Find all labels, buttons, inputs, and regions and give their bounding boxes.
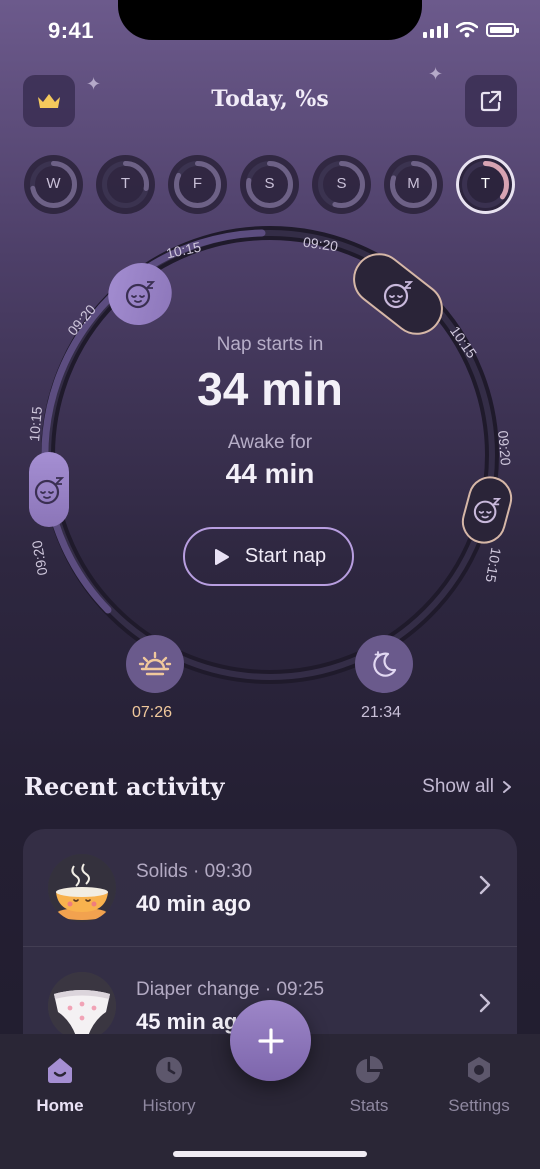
tab-stats[interactable]: Stats: [319, 1050, 419, 1116]
sunrise-icon: [138, 651, 172, 676]
clock-icon: [156, 1057, 182, 1083]
moon-icon: [373, 651, 397, 677]
show-all-label: Show all: [422, 776, 494, 797]
bedtime-button[interactable]: [355, 635, 413, 693]
chevron-right-icon: [503, 781, 511, 793]
show-all-link[interactable]: Show all: [422, 776, 512, 798]
awake-value: 44 min: [225, 458, 315, 489]
tab-history[interactable]: History: [119, 1050, 219, 1116]
home-indicator: [173, 1151, 367, 1157]
pie-chart-icon: [356, 1056, 383, 1083]
start-nap-label: Start nap: [244, 545, 327, 567]
activity-row[interactable]: Solids · 09:30 40 min ago: [23, 829, 517, 947]
tab-settings[interactable]: Settings: [429, 1050, 529, 1116]
sleeping-baby-icon: [383, 281, 414, 309]
recent-activity-title: Recent activity: [24, 772, 225, 801]
chevron-right-icon: [479, 875, 491, 895]
home-screen: 9:41 ✦ ✦ Today, %s WTFSSMT 10:15 09:20 1…: [0, 0, 540, 1169]
nap-starts-value: 34 min: [197, 363, 343, 415]
wake-time: 07:26: [132, 704, 173, 721]
activity-meta: Diaper change · 09:25: [136, 979, 325, 1000]
nap-starts-label: Nap starts in: [216, 334, 324, 355]
chevron-right-icon: [479, 993, 491, 1013]
wake-up-button[interactable]: [126, 635, 184, 693]
tab-label: History: [142, 1096, 196, 1115]
tab-label: Settings: [448, 1096, 510, 1115]
activity-time-ago: 40 min ago: [136, 891, 251, 916]
plus-icon: [257, 1027, 284, 1054]
play-icon: [214, 548, 229, 565]
tab-label: Stats: [349, 1096, 389, 1115]
bed-time: 21:34: [361, 704, 402, 721]
activity-meta: Solids · 09:30: [136, 861, 253, 882]
tab-label: Home: [36, 1096, 84, 1115]
sleeping-baby-icon: [473, 497, 502, 524]
home-icon: [48, 1058, 72, 1083]
bowl-icon: [48, 854, 116, 922]
diaper-icon: [48, 972, 116, 1040]
add-entry-button[interactable]: [230, 1000, 311, 1081]
awake-label: Awake for: [227, 432, 313, 453]
start-nap-button[interactable]: Start nap: [183, 527, 354, 586]
sleeping-baby-icon: [125, 281, 156, 309]
tab-home[interactable]: Home: [10, 1050, 110, 1116]
gear-icon: [468, 1057, 490, 1083]
